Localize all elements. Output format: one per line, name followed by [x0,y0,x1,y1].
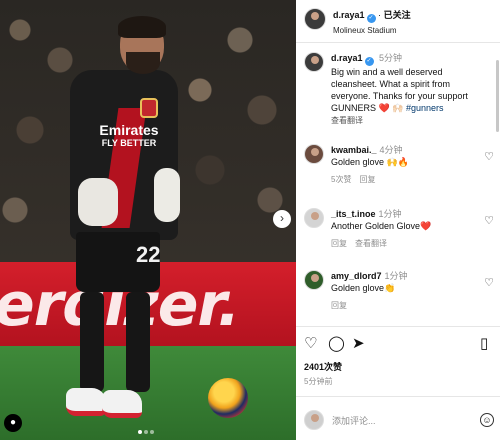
actions-divider [296,326,500,327]
sponsor-slogan: FLY BETTER [101,138,157,148]
comment-body: amy_dlord7 1分钟 Golden glove👏 回复 [331,270,481,312]
scrollbar[interactable] [496,60,499,132]
player-hair [118,16,166,38]
carousel-dot [150,430,154,434]
composer-divider [296,396,500,397]
caption-body: d.raya1 ✓ 5分钟 Big win and a well deserved… [331,52,481,127]
right-leg [126,292,150,392]
user-tag-icon[interactable]: ● [4,414,22,432]
heart-icon[interactable]: ♡ [484,276,494,289]
heart-icon[interactable]: ♡ [304,336,317,352]
share-icon[interactable]: ➤ [352,336,365,352]
caption-emoji: ❤️ 🙌🏻 [378,103,404,113]
comment-item: _its_t.inoe 1分钟 Another Golden Glove❤️ 回复… [304,208,494,250]
comment-likes[interactable]: 5次赞 [331,175,351,184]
commenter-avatar[interactable] [304,144,324,164]
comment-actions: 回复 [331,300,481,312]
verified-badge-icon: ✓ [366,14,376,23]
reply-button[interactable]: 回复 [359,175,375,184]
carousel-dots [138,426,156,436]
comment-item: amy_dlord7 1分钟 Golden glove👏 回复 ♡ [304,270,494,312]
comment-composer: 添加评论... ☺ [304,408,494,432]
comment-icon[interactable]: ◯ [328,336,345,352]
heart-icon[interactable]: ♡ [484,214,494,227]
header-meta: d.raya1 ✓ · 已关注 Molineux Stadium [333,8,411,35]
comment-time: 4分钟 [379,145,403,155]
bookmark-icon[interactable]: ▯ [480,336,488,352]
left-leg [80,292,104,392]
reply-button[interactable]: 回复 [331,301,347,310]
follow-status-button[interactable]: 已关注 [384,10,411,20]
viewer-avatar [304,410,324,430]
comment-input[interactable]: 添加评论... [332,414,480,427]
comment-actions: 5次赞 回复 [331,174,481,186]
comments-scroll-area[interactable]: d.raya1 ✓ 5分钟 Big win and a well deserved… [296,44,496,324]
comment-text: Golden glove👏 [331,283,396,293]
player-beard [126,52,160,74]
comment-time: 1分钟 [378,209,402,219]
comment-actions: 回复 查看翻译 [331,238,481,250]
instagram-post-view: erdizer. Emirates FLY BETTER 22 › ● d.ra… [0,0,500,440]
see-translation-link[interactable]: 查看翻译 [355,239,387,248]
shorts-number: 22 [136,242,161,267]
separator-dot: · [378,10,382,20]
sponsor-name: Emirates [99,122,159,138]
goalkeeper-figure: Emirates FLY BETTER 22 [58,16,188,428]
author-avatar[interactable] [304,8,326,30]
comment-text: Golden glove 🙌🔥 [331,157,409,167]
left-glove [78,178,118,226]
comment-item: kwambai._ 4分钟 Golden glove 🙌🔥 5次赞 回复 ♡ [304,144,494,186]
emoji-icon[interactable]: ☺ [480,413,494,427]
carousel-dot [138,430,142,434]
caption-username[interactable]: d.raya1 [331,53,363,63]
shirt-sponsor: Emirates FLY BETTER [92,122,166,150]
reply-button[interactable]: 回复 [331,239,347,248]
see-translation-link[interactable]: 查看翻译 [331,116,363,125]
author-username[interactable]: d.raya1 [333,10,365,20]
verified-badge-icon: ✓ [364,57,374,66]
post-side-panel: d.raya1 ✓ · 已关注 Molineux Stadium d.raya1 ✓… [296,0,500,440]
comment-time: 1分钟 [384,271,408,281]
right-glove [154,168,180,222]
hashtag-link[interactable]: #gunners [406,103,444,113]
posted-time: 5分钟前 [304,377,333,386]
comment-username[interactable]: kwambai._ [331,145,377,155]
comment-text: Another Golden Glove❤️ [331,221,432,231]
post-action-bar: ♡ ◯ ➤ ▯ [304,336,494,354]
club-badge [140,98,158,118]
author-avatar[interactable] [304,52,324,72]
likes-count[interactable]: 2401次赞 [304,360,342,373]
football [208,378,248,418]
left-boot [66,388,106,416]
header-divider [296,42,500,43]
caption: d.raya1 ✓ 5分钟 Big win and a well deserved… [304,52,494,127]
post-header: d.raya1 ✓ · 已关注 Molineux Stadium [304,8,500,38]
chevron-right-icon[interactable]: › [273,210,291,228]
comment-username[interactable]: amy_dlord7 [331,271,382,281]
location-link[interactable]: Molineux Stadium [333,26,411,35]
heart-icon[interactable]: ♡ [484,150,494,163]
comment-username[interactable]: _its_t.inoe [331,209,376,219]
comment-body: kwambai._ 4分钟 Golden glove 🙌🔥 5次赞 回复 [331,144,481,186]
commenter-avatar[interactable] [304,208,324,228]
right-boot [102,390,142,418]
carousel-dot [144,430,148,434]
comment-body: _its_t.inoe 1分钟 Another Golden Glove❤️ 回复… [331,208,481,250]
caption-time: 5分钟 [379,53,403,63]
commenter-avatar[interactable] [304,270,324,290]
post-photo[interactable]: erdizer. Emirates FLY BETTER 22 › ● [0,0,296,440]
